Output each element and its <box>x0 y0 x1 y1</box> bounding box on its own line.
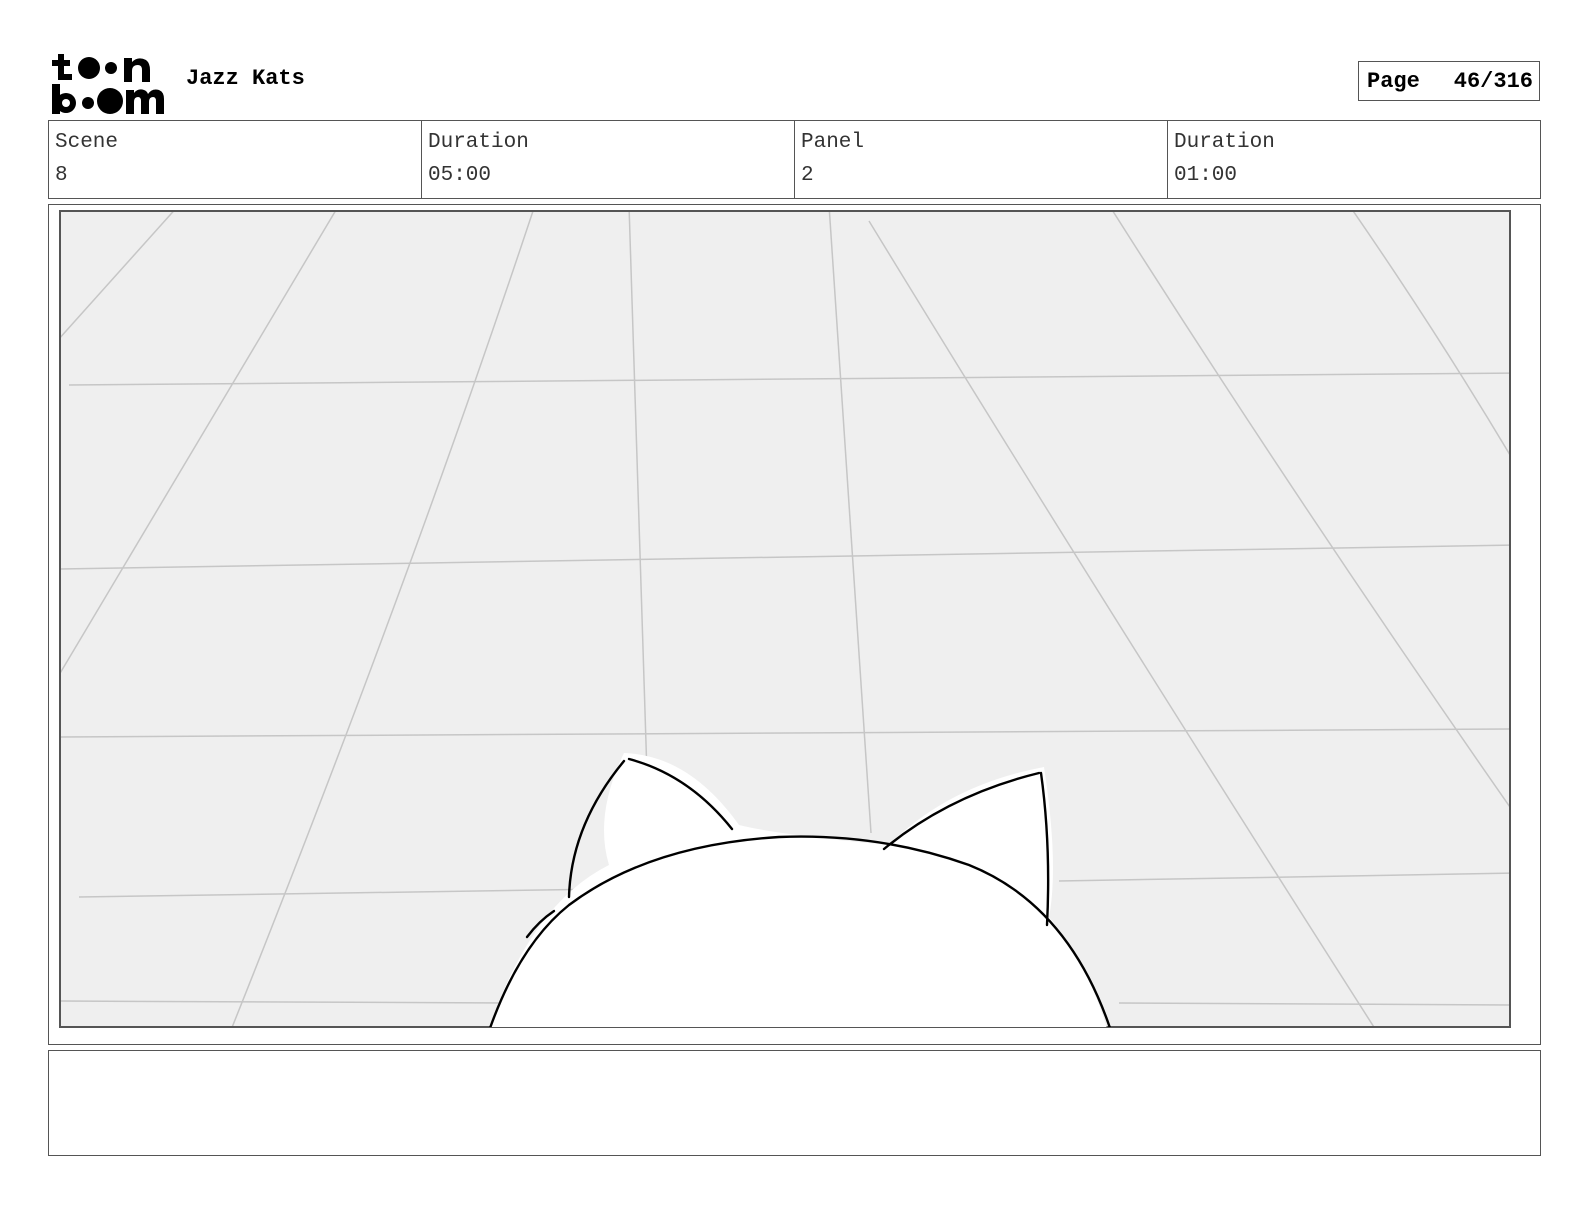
panel-label: Panel <box>801 131 865 154</box>
scene-info-row: Scene 8 Duration 05:00 Panel 2 Duration … <box>48 120 1541 199</box>
scene-value: 8 <box>55 164 68 187</box>
panel-duration-label: Duration <box>1174 131 1275 154</box>
project-title: Jazz Kats <box>186 66 305 91</box>
page-label: Page <box>1367 68 1420 94</box>
panel-duration-value: 01:00 <box>1174 164 1238 187</box>
panel-cell: Panel 2 <box>795 121 1168 198</box>
toon-boom-logo <box>52 54 164 114</box>
storyboard-panel <box>48 204 1541 1045</box>
scene-duration-cell: Duration 05:00 <box>422 121 795 198</box>
panel-duration-cell: Duration 01:00 <box>1168 121 1540 198</box>
panel-drawing <box>59 210 1511 1028</box>
scene-duration-label: Duration <box>428 131 529 154</box>
page-indicator: Page 46/316 <box>1358 61 1540 101</box>
page-number: 46/316 <box>1453 68 1533 94</box>
scene-cell: Scene 8 <box>49 121 422 198</box>
panel-notes[interactable] <box>48 1050 1541 1156</box>
scene-duration-value: 05:00 <box>428 164 492 187</box>
scene-label: Scene <box>55 131 119 154</box>
panel-value: 2 <box>801 164 814 187</box>
